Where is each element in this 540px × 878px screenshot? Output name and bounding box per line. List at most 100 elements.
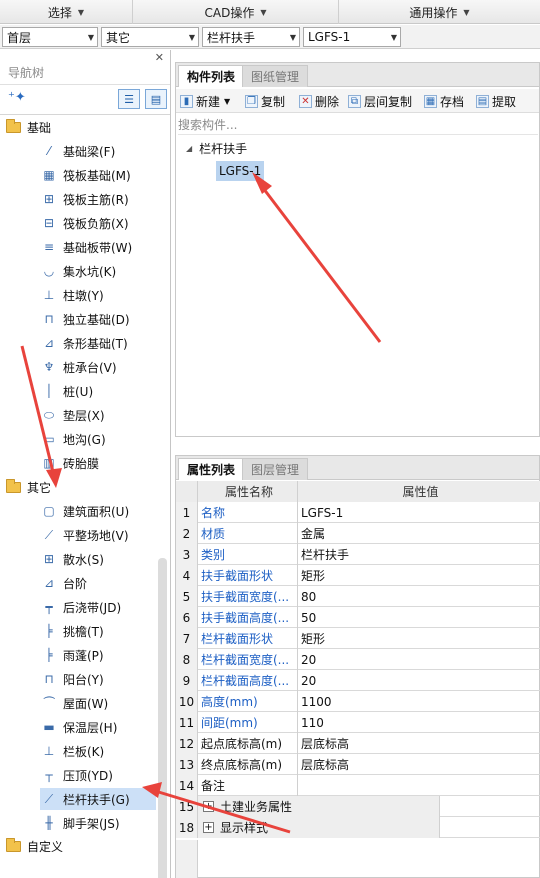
table-row[interactable]: 7 栏杆截面形状 矩形 xyxy=(176,628,540,649)
table-row[interactable]: 6 扶手截面高度(... 50 xyxy=(176,607,540,628)
sidebar-item-0-9[interactable]: ♆ 桩承台(V) xyxy=(40,356,117,378)
sidebar-item-0-1[interactable]: ▦ 筏板基础(M) xyxy=(40,164,130,186)
area-icon: ▢ xyxy=(43,504,55,518)
property-group-row[interactable]: 18 + 显示样式 xyxy=(176,817,540,838)
expand-plus-icon[interactable]: + xyxy=(203,822,214,833)
sidebar-item-label: 压顶(YD) xyxy=(63,768,113,783)
component-type-select[interactable]: 栏杆扶手 ▼ xyxy=(202,27,300,47)
sidebar-item-1-11[interactable]: ┬ 压顶(YD) xyxy=(40,764,113,786)
category-select[interactable]: 其它 ▼ xyxy=(101,27,199,47)
tab-component-list[interactable]: 构件列表 xyxy=(178,65,245,87)
property-value[interactable]: 栏杆扶手 xyxy=(298,544,540,565)
sidebar-item-1-4[interactable]: ┯ 后浇带(JD) xyxy=(40,596,121,618)
nav-group-2[interactable]: 自定义 xyxy=(6,835,63,857)
sidebar-item-label: 挑檐(T) xyxy=(63,624,104,639)
floor-copy-button[interactable]: ⧉ 层间复制 xyxy=(348,92,412,110)
table-row[interactable]: 8 栏杆截面宽度(... 20 xyxy=(176,649,540,670)
sidebar-item-0-10[interactable]: │ 桩(U) xyxy=(40,380,93,402)
sidebar-item-0-4[interactable]: ≡ 基础板带(W) xyxy=(40,236,132,258)
tab-drawing-management[interactable]: 图纸管理 xyxy=(242,65,309,87)
property-value[interactable]: 20 xyxy=(298,649,540,670)
property-name: 材质 xyxy=(198,523,298,544)
main-rebar-icon: ⊞ xyxy=(43,192,55,206)
sidebar-item-1-5[interactable]: ╞ 挑檐(T) xyxy=(40,620,104,642)
sidebar-item-0-3[interactable]: ⊟ 筏板负筋(X) xyxy=(40,212,129,234)
save-button[interactable]: ▦ 存档 xyxy=(424,92,464,110)
new-button[interactable]: ▮ 新建 ▼ xyxy=(180,92,230,110)
sidebar-item-0-8[interactable]: ⊿ 条形基础(T) xyxy=(40,332,128,354)
menu-select[interactable]: 选择 ▼ xyxy=(0,0,133,24)
table-row[interactable]: 12 起点底标高(m) 层底标高 xyxy=(176,733,540,754)
table-row[interactable]: 5 扶手截面宽度(... 80 xyxy=(176,586,540,607)
property-value[interactable]: 110 xyxy=(298,712,540,733)
detail-view-icon[interactable]: ▤ xyxy=(145,89,167,109)
sidebar-item-1-10[interactable]: ⊥ 栏板(K) xyxy=(40,740,104,762)
tab-layer-management[interactable]: 图层管理 xyxy=(242,458,309,480)
tree-node-railing[interactable]: ◢ 栏杆扶手 xyxy=(186,139,247,157)
table-row[interactable]: 4 扶手截面形状 矩形 xyxy=(176,565,540,586)
scrollbar[interactable] xyxy=(158,558,167,878)
table-row[interactable]: 2 材质 金属 xyxy=(176,523,540,544)
sidebar-item-1-12[interactable]: ⟋ 栏杆扶手(G) xyxy=(40,788,156,810)
extract-button[interactable]: ▤ 提取 xyxy=(476,92,516,110)
add-sparkle-icon[interactable]: ⁺✦ xyxy=(8,90,26,105)
nav-group-1[interactable]: 其它 xyxy=(6,476,51,498)
menu-cad[interactable]: CAD操作 ▼ xyxy=(133,0,339,24)
beam-icon: ⁄ xyxy=(47,144,50,158)
property-value[interactable]: 1100 xyxy=(298,691,540,712)
property-group-row[interactable]: 15 + 土建业务属性 xyxy=(176,796,540,817)
sidebar-item-1-6[interactable]: ╞ 雨蓬(P) xyxy=(40,644,103,666)
sidebar-item-1-2[interactable]: ⊞ 散水(S) xyxy=(40,548,104,570)
sidebar-item-1-7[interactable]: ⊓ 阳台(Y) xyxy=(40,668,103,690)
property-value[interactable]: 层底标高 xyxy=(298,754,540,775)
close-icon[interactable]: ✕ xyxy=(155,51,164,64)
table-row[interactable]: 10 高度(mm) 1100 xyxy=(176,691,540,712)
table-row[interactable]: 3 类别 栏杆扶手 xyxy=(176,544,540,565)
property-value[interactable]: 层底标高 xyxy=(298,733,540,754)
sidebar-item-0-0[interactable]: ⁄ 基础梁(F) xyxy=(40,140,115,162)
sidebar-item-0-7[interactable]: ⊓ 独立基础(D) xyxy=(40,308,129,330)
tab-property-list[interactable]: 属性列表 xyxy=(178,458,245,480)
property-value[interactable]: 80 xyxy=(298,586,540,607)
property-value[interactable]: 金属 xyxy=(298,523,540,544)
list-view-icon[interactable]: ☰ xyxy=(118,89,140,109)
sidebar-item-1-8[interactable]: ⏜ 屋面(W) xyxy=(40,692,108,714)
sidebar-item-1-3[interactable]: ⊿ 台阶 xyxy=(40,572,87,594)
cushion-icon: ⬭ xyxy=(43,407,55,422)
sidebar-item-1-0[interactable]: ▢ 建筑面积(U) xyxy=(40,500,129,522)
table-row[interactable]: 14 备注 xyxy=(176,775,540,796)
expand-plus-icon[interactable]: + xyxy=(203,801,214,812)
property-value[interactable]: 矩形 xyxy=(298,565,540,586)
menu-general[interactable]: 通用操作 ▼ xyxy=(339,0,540,24)
sidebar-item-0-12[interactable]: ▭ 地沟(G) xyxy=(40,428,105,450)
table-row[interactable]: 11 间距(mm) 110 xyxy=(176,712,540,733)
sidebar-item-0-13[interactable]: ▥ 砖胎膜 xyxy=(40,452,99,474)
sidebar-item-0-6[interactable]: ⊥ 柱墩(Y) xyxy=(40,284,104,306)
nav-title: 导航树 xyxy=(8,66,45,80)
nav-group-0[interactable]: 基础 xyxy=(6,116,51,138)
tree-node-lgfs-1[interactable]: LGFS-1 xyxy=(216,161,265,181)
property-value[interactable]: 50 xyxy=(298,607,540,628)
table-row[interactable]: 9 栏杆截面高度(... 20 xyxy=(176,670,540,691)
sidebar-item-1-1[interactable]: ⟋ 平整场地(V) xyxy=(40,524,129,546)
table-row[interactable]: 13 终点底标高(m) 层底标高 xyxy=(176,754,540,775)
property-value[interactable]: LGFS-1 xyxy=(298,502,540,523)
sidebar-item-1-13[interactable]: ╫ 脚手架(JS) xyxy=(40,812,119,834)
collapse-triangle-icon[interactable]: ◢ xyxy=(186,144,192,153)
sidebar-item-0-5[interactable]: ◡ 集水坑(K) xyxy=(40,260,116,282)
property-value[interactable] xyxy=(298,775,540,796)
raft-icon: ▦ xyxy=(43,168,55,182)
component-select[interactable]: LGFS-1 ▼ xyxy=(303,27,401,47)
floor-select[interactable]: 首层 ▼ xyxy=(2,27,98,47)
property-value[interactable]: 20 xyxy=(298,670,540,691)
table-row[interactable]: 1 名称 LGFS-1 xyxy=(176,502,540,523)
sidebar-item-0-2[interactable]: ⊞ 筏板主筋(R) xyxy=(40,188,129,210)
copy-button[interactable]: ❐ 复制 xyxy=(245,92,285,110)
search-input[interactable]: 搜索构件... xyxy=(178,115,538,135)
copy-label: 复制 xyxy=(261,94,286,109)
sidebar-item-1-9[interactable]: ▬ 保温层(H) xyxy=(40,716,117,738)
delete-button[interactable]: ✕ 删除 xyxy=(299,92,339,110)
sidebar-item-0-11[interactable]: ⬭ 垫层(X) xyxy=(40,404,105,426)
header-name: 属性名称 xyxy=(198,481,298,502)
property-value[interactable]: 矩形 xyxy=(298,628,540,649)
